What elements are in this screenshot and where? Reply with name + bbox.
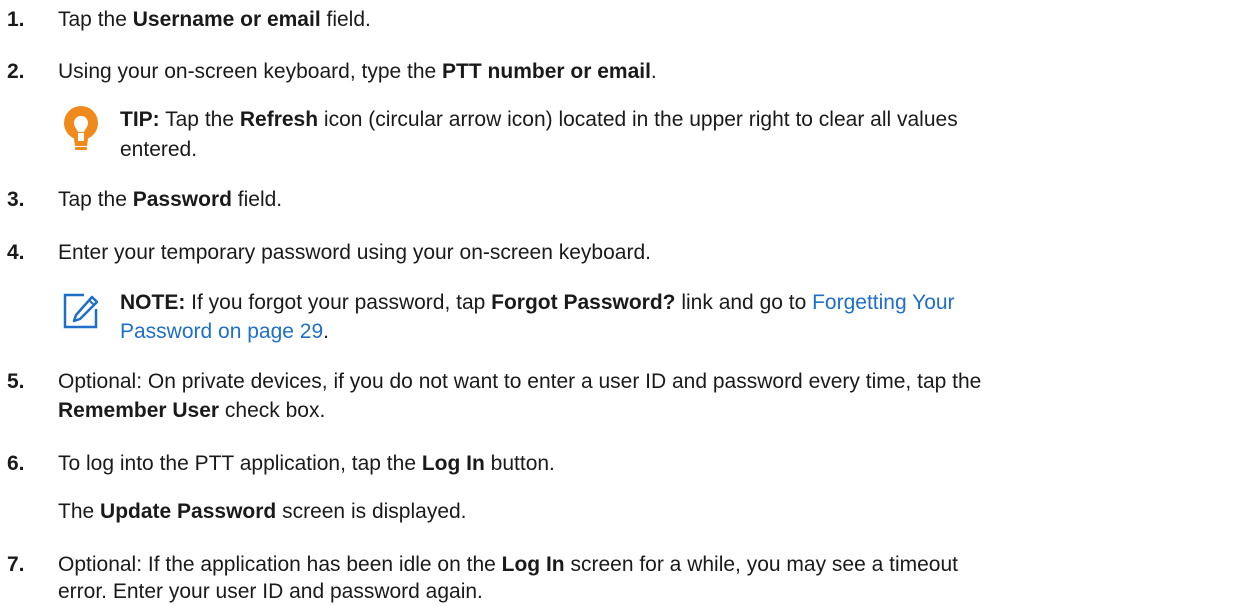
tip-line-2: entered. (120, 138, 198, 161)
step-number: 3. (7, 188, 25, 211)
step-5-cont: Remember User check box. (58, 399, 326, 422)
step-6-result: The Update Password screen is displayed. (58, 500, 467, 523)
lightbulb-icon (64, 106, 98, 150)
step-number: 1. (7, 8, 25, 31)
step-number: 5. (7, 370, 25, 393)
step-text: Enter your temporary password using your… (58, 241, 651, 264)
step-text: Using your on-screen keyboard, type the … (58, 60, 657, 83)
step-7-cont: error. Enter your user ID and password a… (58, 580, 483, 603)
forgetting-password-link[interactable]: Forgetting Your (812, 291, 954, 314)
tip-line-1: TIP: Tap the Refresh icon (circular arro… (120, 108, 958, 131)
step-number: 4. (7, 241, 25, 264)
step-number: 2. (7, 60, 25, 83)
forgetting-password-link-cont[interactable]: Password on page 29 (120, 320, 323, 343)
step-number: 7. (7, 553, 25, 576)
step-text: Tap the Username or email field. (58, 8, 371, 31)
pencil-note-icon (63, 293, 99, 329)
step-text: Tap the Password field. (58, 188, 283, 211)
step-text: To log into the PTT application, tap the… (58, 452, 555, 475)
step-text: Optional: On private devices, if you do … (58, 370, 982, 393)
step-text: Optional: If the application has been id… (58, 553, 958, 576)
step-number: 6. (7, 452, 25, 475)
note-line-2: Password on page 29. (120, 320, 329, 343)
note-line-1: NOTE: If you forgot your password, tap F… (120, 291, 955, 314)
document-page: 1. Tap the Username or email field. 2. U… (0, 0, 1238, 603)
